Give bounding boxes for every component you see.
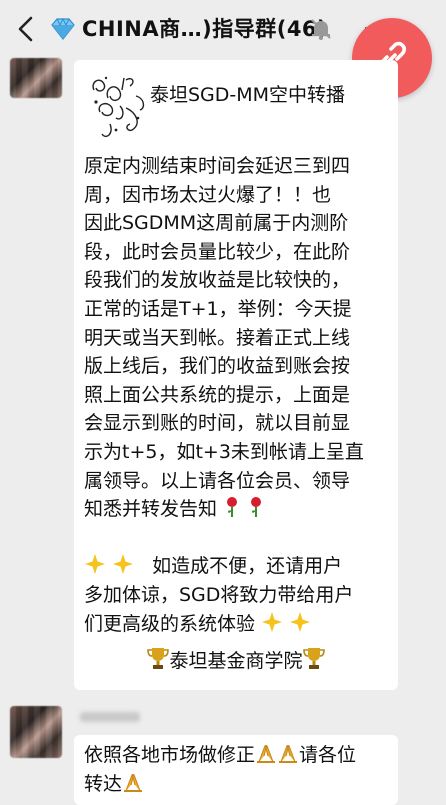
message-bubble[interactable]: 泰坦SGD-MM空中转播 原定内测结束时间会延迟三到四 周，因市场太过火爆了！！… — [74, 60, 398, 690]
sparkle-icon — [262, 611, 283, 632]
praying-hands-icon — [279, 745, 298, 763]
signature: 泰坦基金商学院 — [74, 646, 398, 673]
trophy-icon — [147, 648, 170, 669]
rose-icon — [227, 497, 238, 518]
flourish-icon — [92, 76, 145, 138]
sparkle-icon — [113, 554, 134, 575]
muted-bell-icon — [311, 19, 331, 40]
sparkle-icon — [290, 611, 311, 632]
trophy-icon — [302, 648, 325, 669]
chat-title[interactable]: CHINA商…)指导群(46) — [82, 13, 327, 43]
message-bubble[interactable]: 依照各地市场做修正 请各位 转达 — [74, 735, 398, 805]
message-text: 原定内测结束时间会延迟三到四 周，因市场太过火爆了！！也 因此SGDMM这周前属… — [84, 155, 364, 635]
avatar[interactable] — [10, 706, 62, 758]
praying-hands-icon — [124, 774, 143, 792]
message-title: 泰坦SGD-MM空中转播 — [150, 84, 346, 106]
sender-name — [80, 712, 140, 722]
message-text: 依照各地市场做修正 请各位 转达 — [84, 744, 357, 795]
avatar[interactable] — [10, 58, 62, 98]
message-header: 泰坦SGD-MM空中转播 — [86, 68, 386, 148]
diamond-icon — [51, 18, 75, 40]
back-chevron-icon[interactable] — [12, 14, 42, 44]
praying-hands-icon — [257, 745, 276, 763]
sparkle-icon — [85, 554, 105, 575]
rose-icon — [251, 497, 262, 518]
